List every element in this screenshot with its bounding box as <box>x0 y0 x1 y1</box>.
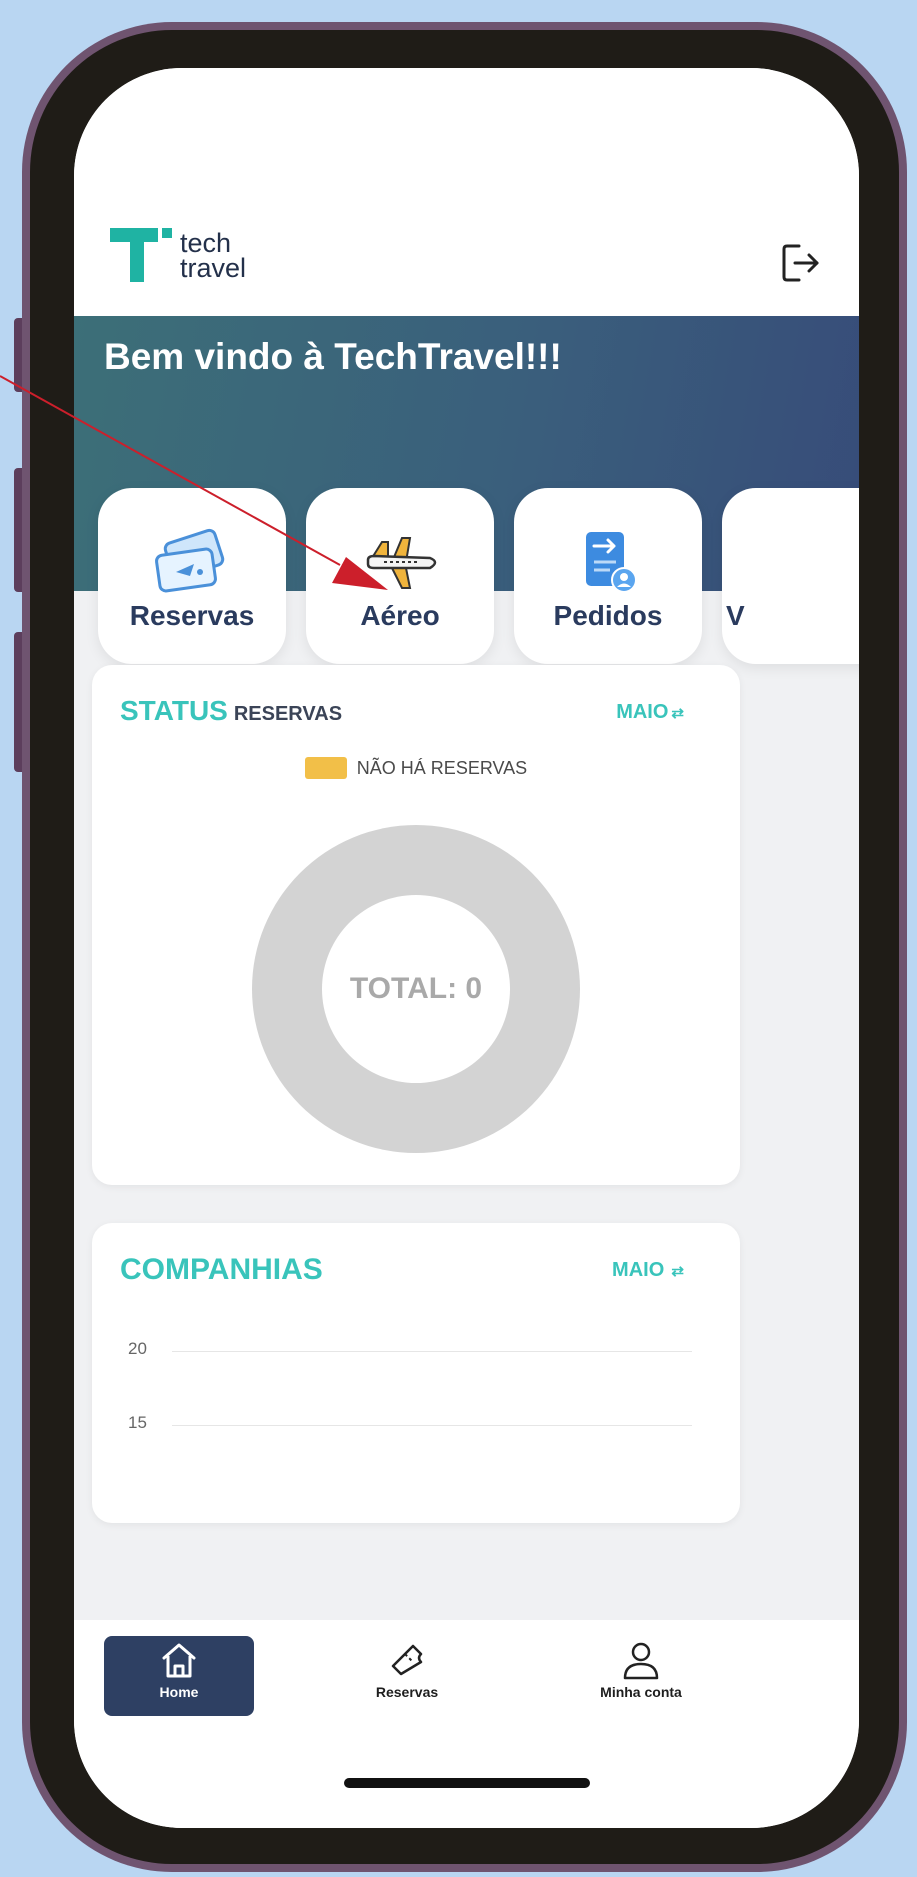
swap-icon: ⇄ <box>671 705 684 722</box>
y-tick-label: 20 <box>128 1339 147 1358</box>
gridline <box>172 1425 692 1426</box>
legend-swatch <box>304 757 347 779</box>
nav-label: Reservas <box>375 1684 439 1700</box>
welcome-title: Bem vindo à TechTravel!!! <box>104 336 562 377</box>
category-label: Aéreo <box>360 600 440 631</box>
gridline <box>172 1351 692 1352</box>
airplane-icon <box>366 537 437 589</box>
tickets-icon <box>155 528 225 593</box>
panel-title-highlight: STATUS <box>120 695 228 726</box>
month-selector[interactable]: MAIO ⇄ <box>616 701 684 724</box>
nav-account[interactable]: Minha conta <box>556 1636 726 1716</box>
logo-wordmark: tech travel <box>180 230 247 283</box>
phone-bezel: tech travel Bem vindo à TechTravel!!! Re… <box>30 30 899 1864</box>
category-card-aereo[interactable]: Aéreo <box>306 488 494 664</box>
month-selector[interactable]: MAIO ⇄ <box>612 1259 684 1282</box>
category-card-partial[interactable]: V <box>722 488 859 664</box>
chart-legend: NÃO HÁ RESERVAS <box>92 757 740 779</box>
category-cards: Reservas Aéreo Pedidos V <box>98 488 859 668</box>
stage: tech travel Bem vindo à TechTravel!!! Re… <box>0 0 917 1877</box>
companies-panel: COMPANHIAS MAIO ⇄ 20 15 <box>92 1223 740 1523</box>
category-label: Reservas <box>129 600 255 631</box>
home-indicator <box>343 1778 590 1788</box>
logout-icon[interactable] <box>781 242 821 284</box>
user-icon <box>623 1642 659 1680</box>
status-donut-chart: TOTAL: 0 <box>252 825 580 1153</box>
top-bar: tech travel <box>74 68 859 316</box>
panel-title: COMPANHIAS <box>120 1253 323 1287</box>
document-user-icon <box>586 532 637 593</box>
app-screen: tech travel Bem vindo à TechTravel!!! Re… <box>74 68 859 1828</box>
nav-label: Home <box>159 1684 199 1700</box>
techtravel-logo: tech travel <box>110 228 246 284</box>
companies-title: COMPANHIAS <box>120 1253 323 1286</box>
month-label: MAIO <box>616 701 669 723</box>
nav-reservations[interactable]: Reservas <box>332 1636 482 1716</box>
bottom-navigation: Home Reservas Minha conta <box>74 1620 859 1828</box>
donut-center: TOTAL: 0 <box>322 895 510 1083</box>
logo-line-2: travel <box>180 253 247 283</box>
category-label: Pedidos <box>553 600 663 631</box>
y-tick-label: 15 <box>128 1413 147 1432</box>
category-card-reservas[interactable]: Reservas <box>98 488 286 664</box>
logo-mark <box>110 228 172 284</box>
panel-title: STATUS RESERVAS <box>120 695 342 727</box>
month-label: MAIO <box>612 1259 665 1281</box>
home-icon <box>162 1643 196 1678</box>
category-card-pedidos[interactable]: Pedidos <box>514 488 702 664</box>
legend-label: NÃO HÁ RESERVAS <box>356 757 528 778</box>
panel-title-rest: RESERVAS <box>233 703 343 725</box>
total-label: TOTAL: 0 <box>349 972 483 1005</box>
phone-frame: tech travel Bem vindo à TechTravel!!! Re… <box>22 22 907 1872</box>
nav-label: Minha conta <box>600 1684 682 1700</box>
nav-home[interactable]: Home <box>104 1636 254 1716</box>
swap-icon: ⇄ <box>667 1263 684 1280</box>
ticket-icon <box>391 1644 423 1676</box>
category-label: V <box>726 600 745 631</box>
status-reservations-panel: STATUS RESERVAS MAIO ⇄ NÃO HÁ RESERVAS TOT… <box>92 665 740 1185</box>
